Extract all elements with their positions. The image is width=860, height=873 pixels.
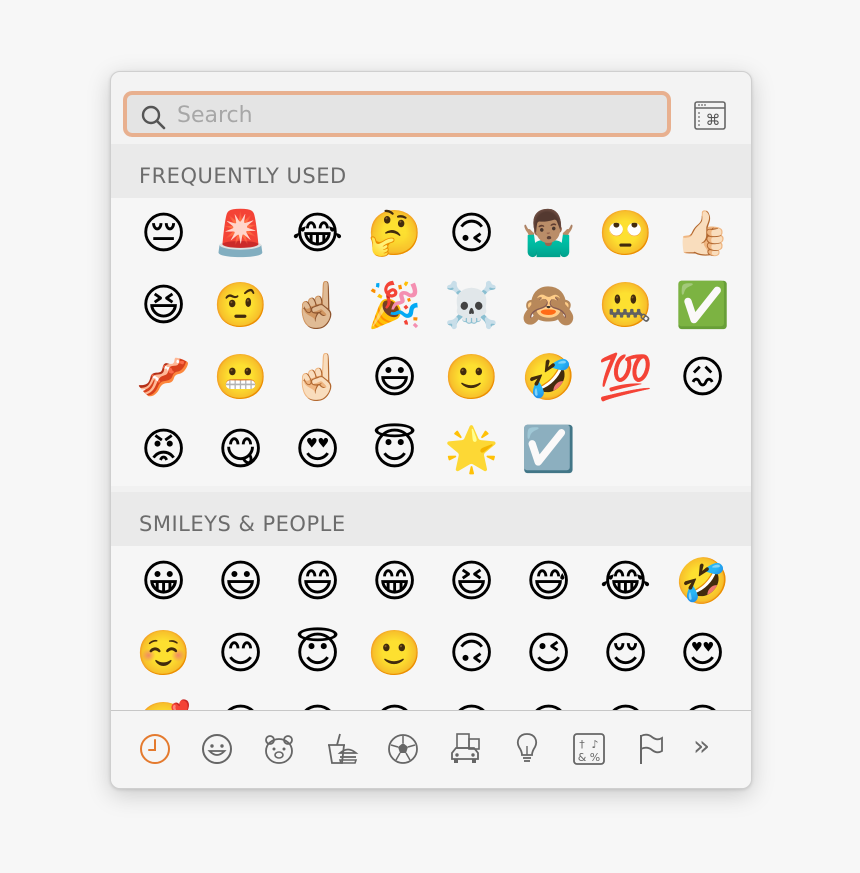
emoji-tongue-face[interactable]: 😛: [587, 690, 664, 711]
emoji-tears-of-joy-face[interactable]: 😂: [279, 198, 356, 270]
search-input[interactable]: [175, 98, 659, 132]
objects-icon: [516, 733, 538, 762]
emoji-pointing-up-light[interactable]: ☝🏻: [279, 342, 356, 414]
category-animals[interactable]: [261, 731, 297, 767]
search-icon: [141, 105, 166, 130]
search-field[interactable]: [123, 91, 671, 137]
emoji-squinting-face[interactable]: 😆: [125, 270, 202, 342]
emoji-rolling-laughing-face[interactable]: 🤣: [664, 546, 741, 618]
emoji-grimacing-face[interactable]: 😬: [202, 342, 279, 414]
emoji-relieved-face[interactable]: 😌: [587, 618, 664, 690]
emoji-smile-face[interactable]: 😄: [279, 546, 356, 618]
emoji-sweat-smile-face[interactable]: 😅: [510, 546, 587, 618]
emoji-beaming-face[interactable]: 😁: [356, 546, 433, 618]
emoji-check-mark-button[interactable]: ✅: [664, 270, 741, 342]
svg-text:&: &: [578, 751, 587, 764]
emoji-heart-eyes-face[interactable]: 😍: [279, 414, 356, 486]
emoji-picker-panel: ⌘ FREQUENTLY USED 😔🚨😂🤔🙃🤷🏽‍♂️🙄👍🏻😆🤨☝🏼🎉☠️🙈🤐…: [110, 71, 752, 789]
svg-text:†: †: [579, 738, 585, 751]
emoji-pouting-face[interactable]: 😡: [125, 414, 202, 486]
emoji-smiley-face[interactable]: 😃: [356, 342, 433, 414]
emoji-halo-face[interactable]: 😇: [279, 618, 356, 690]
emoji-winking-face[interactable]: 😉: [510, 618, 587, 690]
emoji-squinting-tongue-face[interactable]: 😝: [664, 690, 741, 711]
emoji-smiling-hearts-face[interactable]: 🥰: [125, 690, 202, 711]
character-viewer-button[interactable]: ⌘: [694, 101, 726, 130]
category-activity[interactable]: [385, 731, 421, 767]
travel-icon: [451, 733, 480, 763]
category-bar: † ♪ & % »: [111, 710, 751, 788]
category-travel[interactable]: [447, 731, 483, 767]
category-objects[interactable]: [509, 731, 545, 767]
emoji-skull-crossbones[interactable]: ☠️: [433, 270, 510, 342]
emoji-rolling-laughing-face[interactable]: 🤣: [510, 342, 587, 414]
emoji-see-no-evil-monkey[interactable]: 🙈: [510, 270, 587, 342]
emoji-kissing-face[interactable]: 😗: [279, 690, 356, 711]
category-symbols[interactable]: † ♪ & %: [571, 731, 607, 767]
emoji-blush-face[interactable]: 😊: [202, 618, 279, 690]
svg-text:%: %: [590, 751, 600, 764]
emoji-upside-down-face[interactable]: 🙃: [433, 618, 510, 690]
emoji-zipper-mouth-face[interactable]: 🤐: [587, 270, 664, 342]
emoji-slightly-smiling-face[interactable]: 🙂: [356, 618, 433, 690]
emoji-upside-down-face[interactable]: 🙃: [433, 198, 510, 270]
emoji-raised-eyebrow-face[interactable]: 🤨: [202, 270, 279, 342]
emoji-party-popper[interactable]: 🎉: [356, 270, 433, 342]
emoji-confounded-face[interactable]: 😖: [664, 342, 741, 414]
emoji-grinning-face[interactable]: 😀: [125, 546, 202, 618]
animals-icon: [265, 735, 293, 764]
emoji-eye-roll-face[interactable]: 🙄: [587, 198, 664, 270]
section-frequently-used: 😔 🚨 😂 🤔 🙃 🤷🏽‍♂️ 🙄 👍🏻 😆 🤨 ☝🏼 🎉 ☠️ 🙈 🤐 ✅ 🥓 😬 ☝🏻 😃 🙂 🤣 💯 😖 😡 😋 😍 😇 🌟 ☑️: [111, 198, 751, 486]
category-food[interactable]: [323, 731, 359, 767]
emoji-kissing-heart-face[interactable]: 😘: [202, 690, 279, 711]
emoji-bacon[interactable]: 🥓: [125, 342, 202, 414]
emoji-hundred-points[interactable]: 💯: [587, 342, 664, 414]
emoji-relaxed-face[interactable]: ☺️: [125, 618, 202, 690]
emoji-yum-face[interactable]: 😋: [510, 690, 587, 711]
emoji-smiley-face[interactable]: 😃: [202, 546, 279, 618]
emoji-tears-of-joy-face[interactable]: 😂: [587, 546, 664, 618]
emoji-pointing-up-medium[interactable]: ☝🏼: [279, 270, 356, 342]
character-viewer-icon: ⌘: [694, 101, 726, 130]
emoji-police-light[interactable]: 🚨: [202, 198, 279, 270]
recent-icon: [140, 734, 170, 764]
emoji-yum-face[interactable]: 😋: [202, 414, 279, 486]
emoji-thumbs-up[interactable]: 👍🏻: [664, 198, 741, 270]
emoji-slightly-smiling-face[interactable]: 🙂: [433, 342, 510, 414]
emoji-kissing-closed-eyes-face[interactable]: 😚: [433, 690, 510, 711]
emoji-grid-smileys-people: 😀😃😄😁😆😅😂🤣☺️😊😇🙂🙃😉😌😍🥰😘😗😙😚😋😛😝: [125, 546, 737, 711]
emoji-squinting-face[interactable]: 😆: [433, 546, 510, 618]
symbols-icon: † ♪ & %: [573, 733, 605, 765]
smileys-icon: [202, 734, 232, 764]
section-header-frequently-used: FREQUENTLY USED: [111, 144, 751, 198]
emoji-heart-eyes-face[interactable]: 😍: [664, 618, 741, 690]
emoji-grid-frequently-used: 😔 🚨 😂 🤔 🙃 🤷🏽‍♂️ 🙄 👍🏻 😆 🤨 ☝🏼 🎉 ☠️ 🙈 🤐 ✅ 🥓 😬 ☝🏻 😃 🙂 🤣 💯 😖 😡 😋 😍 😇 🌟 ☑️: [125, 198, 737, 486]
emoji-person-shrugging[interactable]: 🤷🏽‍♂️: [510, 198, 587, 270]
emoji-kissing-smiling-eyes-face[interactable]: 😙: [356, 690, 433, 711]
category-flags[interactable]: [633, 731, 669, 767]
section-header-smileys-people: SMILEYS & PEOPLE: [111, 492, 751, 546]
food-icon: [328, 733, 359, 764]
category-smileys[interactable]: [199, 731, 235, 767]
emoji-pensive-face[interactable]: 😔: [125, 198, 202, 270]
emoji-scroll-area[interactable]: FREQUENTLY USED 😔 🚨 😂 🤔 🙃 🤷🏽‍♂️ 🙄 👍🏻 😆 🤨 ☝🏼 🎉 ☠️ 🙈 🤐 ✅ 🥓…: [111, 144, 751, 710]
emoji-thinking-face[interactable]: 🤔: [356, 198, 433, 270]
activity-icon: [388, 734, 418, 764]
emoji-glowing-star[interactable]: 🌟: [433, 414, 510, 486]
svg-text:♪: ♪: [591, 738, 598, 751]
emoji-check-box[interactable]: ☑️: [510, 414, 587, 486]
category-recent[interactable]: [137, 731, 173, 767]
more-categories-button[interactable]: »: [693, 729, 710, 762]
flags-icon: [640, 733, 663, 764]
emoji-halo-face[interactable]: 😇: [356, 414, 433, 486]
svg-text:⌘: ⌘: [706, 111, 721, 129]
section-smileys-people: 😀😃😄😁😆😅😂🤣 ☺️😊😇🙂🙃😉😌😍 🥰😘😗😙😚😋😛😝: [111, 546, 751, 710]
